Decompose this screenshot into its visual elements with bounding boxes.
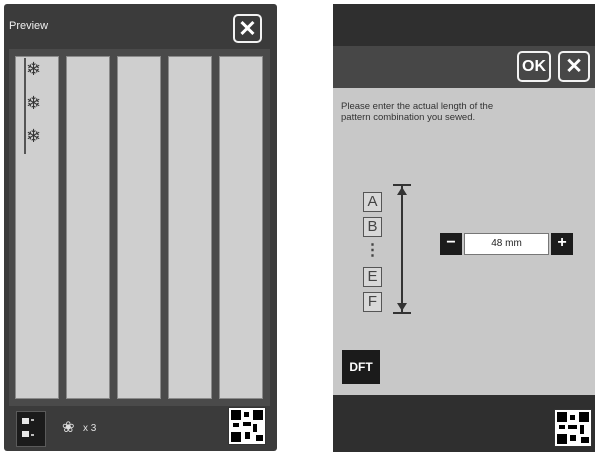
pattern-letter: F <box>363 292 382 312</box>
fabric-strip <box>66 56 110 399</box>
measure-cap <box>393 184 411 186</box>
pattern-letter: A <box>363 192 382 212</box>
snowflake-stitch-icon: ❄ <box>26 93 42 113</box>
close-button[interactable]: ✕ <box>233 14 262 43</box>
repeat-count: x 3 <box>83 423 97 434</box>
pattern-letter: B <box>363 217 382 237</box>
dialog-header <box>333 46 595 88</box>
instruction-text: Please enter the actual length of the pa… <box>341 101 494 123</box>
repeat-stitch-icon: ❀ <box>62 419 75 436</box>
pattern-letter: E <box>363 267 382 287</box>
snowflake-stitch-icon: ❄ <box>26 59 42 79</box>
layout-button[interactable] <box>16 411 46 447</box>
increase-button[interactable]: + <box>551 233 573 255</box>
snowflake-stitch-icon: ❄ <box>26 126 42 146</box>
ok-button[interactable]: OK <box>517 51 551 82</box>
arrow-down-icon <box>397 303 407 311</box>
qr-code-icon <box>228 407 266 445</box>
page-title: Preview <box>9 20 49 32</box>
close-button[interactable]: ✕ <box>558 51 590 82</box>
fabric-strip <box>219 56 263 399</box>
qr-code-icon <box>554 409 592 447</box>
layout-icon <box>22 418 29 424</box>
arrow-up-icon <box>397 187 407 195</box>
fabric-strip <box>168 56 212 399</box>
fabric-strip <box>117 56 161 399</box>
top-bar <box>333 4 595 46</box>
length-field[interactable]: 48 mm <box>464 233 549 255</box>
measure-arrow-icon <box>401 186 403 313</box>
default-button[interactable]: DFT <box>342 350 380 384</box>
measure-cap <box>393 312 411 314</box>
pattern-ellipsis: ⋮ <box>364 242 381 259</box>
decrease-button[interactable]: − <box>440 233 462 255</box>
